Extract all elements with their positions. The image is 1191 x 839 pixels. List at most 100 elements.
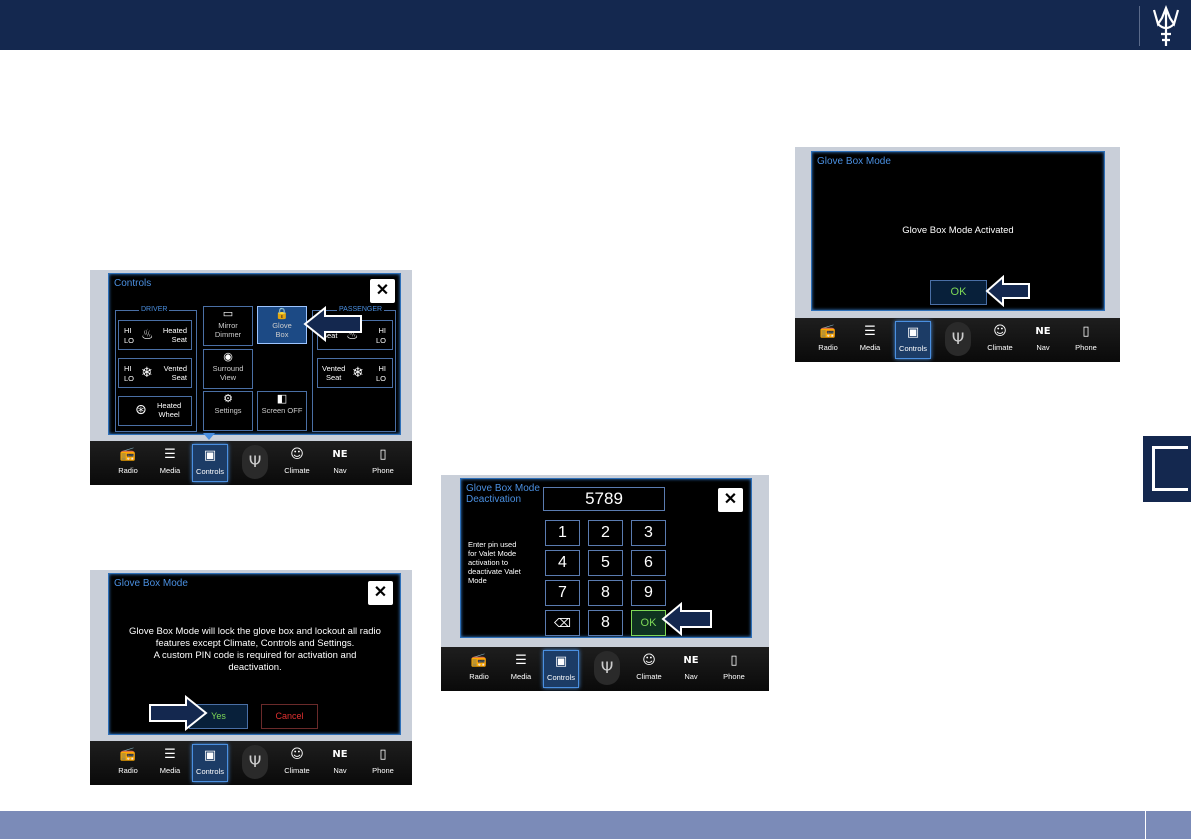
cancel-button[interactable]: Cancel [261,704,318,729]
trident-home-icon[interactable]: Ψ [242,745,268,779]
mirror-icon: ▭ [222,307,234,320]
key-bottom[interactable]: 8 [588,610,623,636]
nav-controls[interactable]: ▣ Controls [192,744,228,782]
driver-vented-seat-button[interactable]: HI LO ❄ Vented Seat [118,358,192,388]
screen-off-button[interactable]: ◧ Screen OFF [257,391,307,431]
glove-box-label: Glove Box [272,321,292,339]
heated-wheel-button[interactable]: ⊛ Heated Wheel [118,396,192,426]
steering-wheel-icon: ⊛ [135,402,147,418]
controls-title: Controls [114,278,152,289]
controls-screenshot: Controls ✕ DRIVER HI LO ♨ Heated Seat HI… [90,270,412,485]
heated-seat-label: Heated Seat [162,326,187,344]
phone-icon: ▯ [730,653,738,668]
trident-home-icon[interactable]: Ψ [594,651,620,685]
nav-radio[interactable]: 📻 Radio [810,321,846,359]
chapter-tab-frame [1152,446,1188,491]
phone-icon: ▯ [379,747,387,762]
backspace-key[interactable]: ⌫ [545,610,580,636]
mirror-dimmer-button[interactable]: ▭ Mirror Dimmer [203,306,253,346]
close-button[interactable]: ✕ [718,488,743,512]
bottom-nav-bar: 📻 Radio ☰ Media ▣ Controls Ψ ☺ Climate NE Nav… [90,741,412,785]
nav-controls-label: Controls [196,467,224,476]
glove-box-button[interactable]: 🔒 Glove Box [257,306,307,344]
nav-nav[interactable]: NE Nav [1025,321,1061,359]
key-1[interactable]: 1 [545,520,580,546]
nav-phone[interactable]: ▯ Phone [365,744,401,782]
nav-media[interactable]: ☰ Media [152,744,188,782]
nav-climate-label: Climate [284,466,310,475]
surround-view-button[interactable]: ◉ Surround View [203,349,253,389]
compass-icon: NE [1035,326,1051,337]
nav-climate-label: Climate [987,343,1013,352]
nav-radio[interactable]: 📻 Radio [110,444,146,482]
nav-radio[interactable]: 📻 Radio [110,744,146,782]
nav-controls-label: Controls [547,673,575,682]
key-8[interactable]: 8 [588,580,623,606]
nav-phone[interactable]: ▯ Phone [1068,321,1104,359]
trident-home-icon[interactable]: Ψ [945,322,971,356]
key-2[interactable]: 2 [588,520,623,546]
nav-nav[interactable]: NE Nav [322,444,358,482]
key-7[interactable]: 7 [545,580,580,606]
nav-climate[interactable]: ☺ Climate [279,744,315,782]
climate-icon: ☺ [290,447,304,462]
activated-message: Glove Box Mode Activated [902,225,1014,236]
nav-nav-label: Nav [333,766,347,775]
heated-wheel-label: Heated Wheel [157,401,182,419]
compass-icon: NE [332,449,348,460]
vented-seat-icon: ❄ [141,365,153,381]
nav-climate[interactable]: ☺ Climate [631,650,667,688]
climate-icon: ☺ [642,653,656,668]
deactivation-title: Glove Box Mode Deactivation [466,483,540,505]
nav-nav[interactable]: NE Nav [673,650,709,688]
nav-radio[interactable]: 📻 Radio [461,650,497,688]
close-button[interactable]: ✕ [370,279,395,303]
hi-label: HI [124,326,132,335]
pin-instruction: Enter pin used for Valet Mode activation… [468,540,521,585]
glove-box-mode-message: Glove Box Mode will lock the glove box a… [129,626,381,673]
key-4[interactable]: 4 [545,550,580,576]
media-icon: ☰ [164,447,176,462]
controls-icon: ▣ [554,654,568,669]
settings-button[interactable]: ⚙ Settings [203,391,253,431]
driver-label: DRIVER [139,306,170,313]
lo-label: LO [375,374,386,383]
pin-display: 5789 [543,487,665,511]
driver-heated-seat-button[interactable]: HI LO ♨ Heated Seat [118,320,192,350]
nav-controls[interactable]: ▣ Controls [192,444,228,482]
nav-controls-label: Controls [899,344,927,353]
lo-label: LO [124,374,135,383]
nav-controls[interactable]: ▣ Controls [895,321,931,359]
nav-media[interactable]: ☰ Media [852,321,888,359]
header-divider [1139,6,1140,46]
close-button[interactable]: ✕ [368,581,393,605]
nav-media[interactable]: ☰ Media [503,650,539,688]
camera-icon: ◉ [223,350,233,363]
nav-phone[interactable]: ▯ Phone [716,650,752,688]
key-3[interactable]: 3 [631,520,666,546]
hi-label: HI [378,326,387,335]
nav-phone[interactable]: ▯ Phone [365,444,401,482]
backspace-icon: ⌫ [554,616,571,630]
key-6[interactable]: 6 [631,550,666,576]
nav-nav[interactable]: NE Nav [322,744,358,782]
ok-button[interactable]: OK [930,280,987,305]
climate-icon: ☺ [993,324,1007,339]
nav-media[interactable]: ☰ Media [152,444,188,482]
screen-off-icon: ◧ [276,392,288,405]
nav-radio-label: Radio [818,343,838,352]
nav-controls[interactable]: ▣ Controls [543,650,579,688]
key-5[interactable]: 5 [588,550,623,576]
settings-label: Settings [214,406,242,415]
screen-off-label: Screen OFF [261,406,303,415]
lock-icon: 🔒 [275,307,289,320]
nav-radio-label: Radio [118,766,138,775]
hi-label: HI [378,364,387,373]
bottom-nav-bar: 📻 Radio ☰ Media ▣ Controls Ψ ☺ Climate NE Nav… [90,441,412,485]
nav-climate[interactable]: ☺ Climate [982,321,1018,359]
nav-nav-label: Nav [684,672,698,681]
compass-icon: NE [332,749,348,760]
nav-climate[interactable]: ☺ Climate [279,444,315,482]
passenger-vented-seat-button[interactable]: Vented Seat ❄ HI LO [317,358,393,388]
trident-home-icon[interactable]: Ψ [242,445,268,479]
